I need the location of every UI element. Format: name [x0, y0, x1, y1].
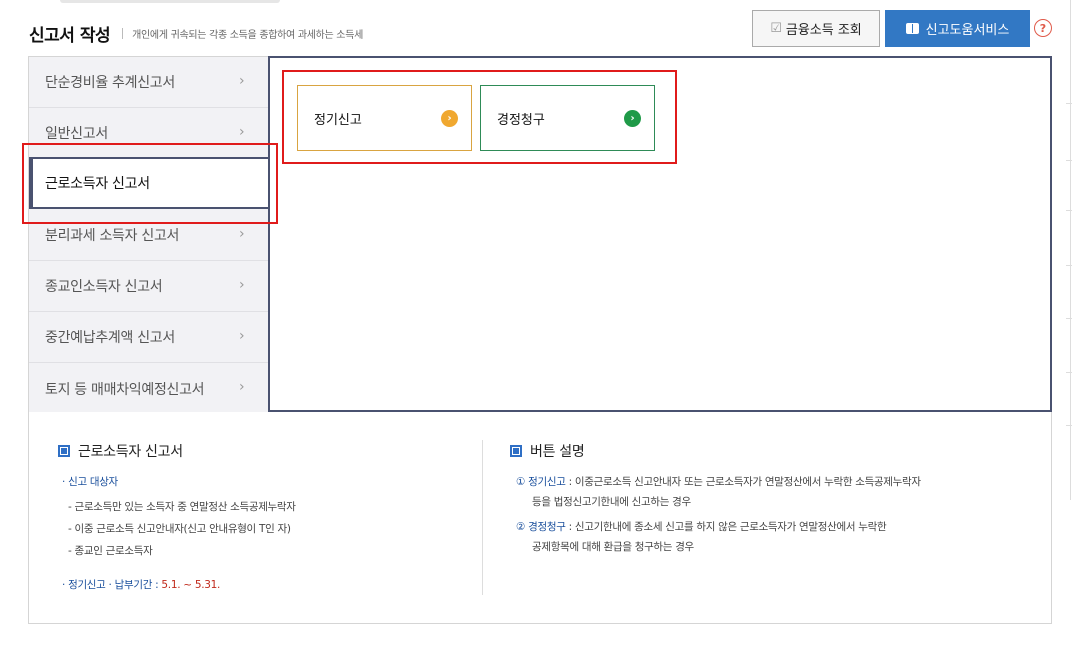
book-icon [905, 23, 919, 34]
button-help-text: : 이중근로소득 신고안내자 또는 근로소득자가 연말정산에서 누락한 소득공제… [565, 476, 921, 488]
info-section-earned-income: 근로소득자 신고서 · 신고 대상자 - 근로소득만 있는 소득자 중 연말정산… [58, 440, 478, 591]
target-label: 신고 대상자 [68, 476, 118, 488]
button-help-item-2: ② 경정청구 : 신고기한내에 종소세 신고를 하지 않은 근로소득자가 연말정… [516, 519, 887, 534]
info-section-button-help: 버튼 설명 ① 정기신고 : 이중근로소득 신고안내자 또는 근로소득자가 연말… [510, 440, 1030, 553]
right-edge-tick [1066, 103, 1072, 104]
finance-income-button[interactable]: ☑ 금융소득 조회 [752, 10, 880, 47]
page-subtitle: 개인에게 귀속되는 각종 소득을 종합하여 과세하는 소득세 [132, 29, 363, 41]
title-separator [122, 27, 124, 39]
square-bullet-icon [58, 445, 70, 457]
sidebar-item-earned-income[interactable]: 근로소득자 신고서 [29, 157, 270, 209]
finance-income-label: 금융소득 조회 [785, 23, 862, 38]
chevron-right-icon: › [239, 124, 245, 140]
correction-claim-button[interactable]: 경정청구 › [480, 85, 655, 151]
help-question-icon[interactable]: ? [1034, 19, 1052, 37]
sidebar-item-religious-income[interactable]: 종교인소득자 신고서 › [29, 261, 269, 312]
filing-period-label: 정기신고 · 납부기간 : [68, 579, 159, 591]
regular-filing-button[interactable]: 정기신고 › [297, 85, 472, 151]
sidebar-item-label: 일반신고서 [45, 126, 108, 142]
sidebar-item-label: 근로소득자 신고서 [45, 176, 150, 192]
button-help-text: 등을 법정신고기한내에 신고하는 경우 [532, 496, 691, 508]
button-help-item-1: ① 정기신고 : 이중근로소득 신고안내자 또는 근로소득자가 연말정산에서 누… [516, 474, 921, 489]
target-heading: · 신고 대상자 [62, 476, 118, 488]
right-edge-tick [1066, 160, 1072, 161]
top-shadow [60, 0, 280, 3]
sidebar-item-interim-prepayment[interactable]: 중간예납추계액 신고서 › [29, 312, 269, 363]
filing-help-label: 신고도움서비스 [925, 23, 1010, 38]
chevron-right-icon: › [624, 110, 641, 127]
right-edge-tick [1066, 425, 1072, 426]
page-title: 신고서 작성 [29, 25, 111, 46]
right-edge-tick [1066, 265, 1072, 266]
filing-period-value: 5.1. ~ 5.31. [161, 579, 221, 591]
target-item: - 근로소득만 있는 소득자 중 연말정산 소득공제누락자 [68, 501, 296, 513]
sidebar-item-label: 종교인소득자 신고서 [45, 279, 163, 295]
chevron-right-icon: › [441, 110, 458, 127]
chevron-right-icon: › [239, 328, 245, 344]
right-edge-tick [1066, 318, 1072, 319]
filing-help-button[interactable]: 신고도움서비스 [885, 10, 1030, 47]
target-item: - 이중 근로소득 신고안내자(신고 안내유형이 T인 자) [68, 523, 291, 535]
sidebar: 단순경비율 추계신고서 › 일반신고서 › 근로소득자 신고서 분리과세 소득자… [29, 57, 270, 414]
button-help-text: : 신고기한내에 종소세 신고를 하지 않은 근로소득자가 연말정산에서 누락한 [565, 521, 887, 533]
section-heading: 버튼 설명 [510, 440, 1030, 462]
square-bullet-icon [510, 445, 522, 457]
info-divider [482, 440, 483, 595]
button-help-label: ② 경정청구 [516, 521, 566, 533]
sidebar-item-simple-expense[interactable]: 단순경비율 추계신고서 › [29, 57, 269, 108]
filing-period: · 정기신고 · 납부기간 : 5.1. ~ 5.31. [62, 579, 221, 591]
chevron-right-icon: › [239, 277, 245, 293]
regular-filing-label: 정기신고 [314, 112, 362, 128]
chevron-right-icon: › [239, 379, 245, 395]
right-edge-tick [1066, 210, 1072, 211]
correction-claim-label: 경정청구 [497, 112, 545, 128]
checkbox-edit-icon: ☑ [770, 21, 782, 36]
chevron-right-icon: › [239, 73, 245, 89]
sidebar-item-label: 분리과세 소득자 신고서 [45, 228, 180, 244]
button-help-label: ① 정기신고 [516, 476, 566, 488]
sidebar-item-label: 중간예납추계액 신고서 [45, 330, 175, 346]
section-heading: 근로소득자 신고서 [58, 440, 478, 462]
sidebar-item-label: 단순경비율 추계신고서 [45, 75, 175, 91]
page-header: 신고서 작성 개인에게 귀속되는 각종 소득을 종합하여 과세하는 소득세 [29, 18, 363, 48]
chevron-right-icon: › [239, 226, 245, 242]
button-help-text: 공제항목에 대해 환급을 청구하는 경우 [532, 541, 694, 553]
right-edge-tick [1066, 372, 1072, 373]
sidebar-item-separate-tax[interactable]: 분리과세 소득자 신고서 › [29, 210, 269, 261]
sidebar-item-land-sale[interactable]: 토지 등 매매차익예정신고서 › [29, 363, 269, 414]
section-title: 근로소득자 신고서 [78, 444, 183, 460]
sidebar-item-label: 토지 등 매매차익예정신고서 [45, 381, 205, 398]
target-item: - 종교인 근로소득자 [68, 545, 153, 557]
section-title: 버튼 설명 [530, 444, 585, 460]
sidebar-item-general[interactable]: 일반신고서 › [29, 108, 269, 159]
